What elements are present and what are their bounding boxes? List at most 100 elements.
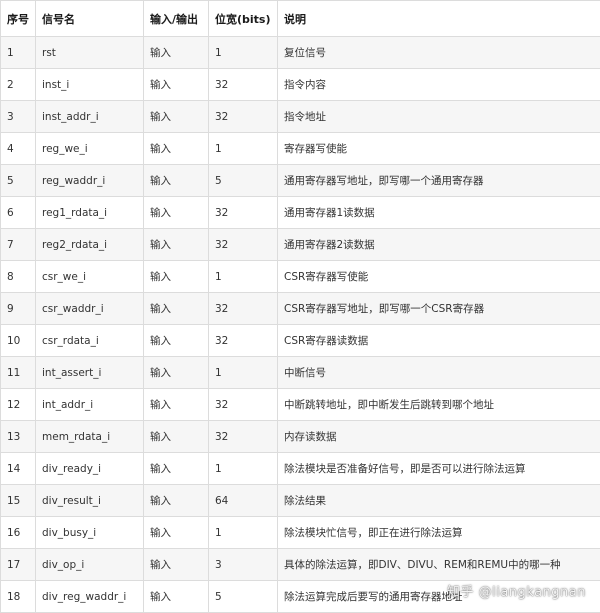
cell-description: 指令地址: [278, 101, 600, 133]
cell-direction: 输入: [144, 229, 209, 261]
cell-direction: 输入: [144, 69, 209, 101]
table-row: 1rst输入1复位信号: [1, 37, 600, 69]
cell-signal-name: div_busy_i: [36, 517, 144, 549]
header-width: 位宽(bits): [209, 1, 278, 37]
cell-width: 32: [209, 389, 278, 421]
cell-index: 12: [1, 389, 36, 421]
cell-width: 1: [209, 357, 278, 389]
cell-description: 复位信号: [278, 37, 600, 69]
cell-signal-name: div_op_i: [36, 549, 144, 581]
cell-width: 5: [209, 165, 278, 197]
cell-description: 除法模块是否准备好信号，即是否可以进行除法运算: [278, 453, 600, 485]
cell-direction: 输入: [144, 421, 209, 453]
cell-index: 6: [1, 197, 36, 229]
cell-direction: 输入: [144, 197, 209, 229]
cell-index: 15: [1, 485, 36, 517]
cell-width: 5: [209, 581, 278, 613]
cell-description: 具体的除法运算，即DIV、DIVU、REM和REMU中的哪一种: [278, 549, 600, 581]
table-row: 7reg2_rdata_i输入32通用寄存器2读数据: [1, 229, 600, 261]
cell-index: 3: [1, 101, 36, 133]
table-row: 6reg1_rdata_i输入32通用寄存器1读数据: [1, 197, 600, 229]
cell-signal-name: inst_addr_i: [36, 101, 144, 133]
cell-description: 内存读数据: [278, 421, 600, 453]
cell-width: 1: [209, 133, 278, 165]
cell-description: 通用寄存器1读数据: [278, 197, 600, 229]
table-row: 10csr_rdata_i输入32CSR寄存器读数据: [1, 325, 600, 357]
cell-signal-name: mem_rdata_i: [36, 421, 144, 453]
cell-width: 32: [209, 69, 278, 101]
cell-signal-name: reg1_rdata_i: [36, 197, 144, 229]
cell-signal-name: div_result_i: [36, 485, 144, 517]
cell-index: 2: [1, 69, 36, 101]
cell-index: 14: [1, 453, 36, 485]
cell-direction: 输入: [144, 453, 209, 485]
cell-index: 16: [1, 517, 36, 549]
table-row: 13mem_rdata_i输入32内存读数据: [1, 421, 600, 453]
cell-description: 中断跳转地址，即中断发生后跳转到哪个地址: [278, 389, 600, 421]
cell-index: 18: [1, 581, 36, 613]
cell-description: CSR寄存器写使能: [278, 261, 600, 293]
cell-direction: 输入: [144, 549, 209, 581]
cell-index: 8: [1, 261, 36, 293]
cell-description: 寄存器写使能: [278, 133, 600, 165]
signal-table: 序号 信号名 输入/输出 位宽(bits) 说明 1rst输入1复位信号2ins…: [0, 0, 600, 613]
cell-direction: 输入: [144, 357, 209, 389]
cell-signal-name: inst_i: [36, 69, 144, 101]
cell-index: 1: [1, 37, 36, 69]
cell-width: 1: [209, 453, 278, 485]
cell-direction: 输入: [144, 389, 209, 421]
cell-signal-name: reg_we_i: [36, 133, 144, 165]
cell-signal-name: int_assert_i: [36, 357, 144, 389]
cell-index: 10: [1, 325, 36, 357]
cell-description: 指令内容: [278, 69, 600, 101]
cell-width: 32: [209, 229, 278, 261]
header-direction: 输入/输出: [144, 1, 209, 37]
cell-signal-name: csr_waddr_i: [36, 293, 144, 325]
cell-signal-name: div_reg_waddr_i: [36, 581, 144, 613]
cell-signal-name: int_addr_i: [36, 389, 144, 421]
table-row: 9csr_waddr_i输入32CSR寄存器写地址，即写哪一个CSR寄存器: [1, 293, 600, 325]
cell-index: 11: [1, 357, 36, 389]
table-row: 18div_reg_waddr_i输入5除法运算完成后要写的通用寄存器地址: [1, 581, 600, 613]
cell-direction: 输入: [144, 37, 209, 69]
cell-width: 1: [209, 517, 278, 549]
cell-index: 7: [1, 229, 36, 261]
cell-direction: 输入: [144, 101, 209, 133]
cell-width: 32: [209, 421, 278, 453]
cell-width: 1: [209, 37, 278, 69]
cell-signal-name: reg_waddr_i: [36, 165, 144, 197]
cell-width: 32: [209, 197, 278, 229]
cell-signal-name: rst: [36, 37, 144, 69]
table-row: 11int_assert_i输入1中断信号: [1, 357, 600, 389]
header-signal-name: 信号名: [36, 1, 144, 37]
cell-signal-name: csr_we_i: [36, 261, 144, 293]
cell-description: 通用寄存器2读数据: [278, 229, 600, 261]
cell-direction: 输入: [144, 293, 209, 325]
cell-direction: 输入: [144, 325, 209, 357]
cell-direction: 输入: [144, 165, 209, 197]
cell-width: 32: [209, 325, 278, 357]
table-row: 4reg_we_i输入1寄存器写使能: [1, 133, 600, 165]
table-row: 5reg_waddr_i输入5通用寄存器写地址，即写哪一个通用寄存器: [1, 165, 600, 197]
cell-description: 除法模块忙信号，即正在进行除法运算: [278, 517, 600, 549]
header-row: 序号 信号名 输入/输出 位宽(bits) 说明: [1, 1, 600, 37]
cell-direction: 输入: [144, 261, 209, 293]
table-header: 序号 信号名 输入/输出 位宽(bits) 说明: [1, 1, 600, 37]
cell-direction: 输入: [144, 485, 209, 517]
cell-description: 中断信号: [278, 357, 600, 389]
cell-description: CSR寄存器写地址，即写哪一个CSR寄存器: [278, 293, 600, 325]
cell-width: 3: [209, 549, 278, 581]
table-row: 8csr_we_i输入1CSR寄存器写使能: [1, 261, 600, 293]
cell-width: 32: [209, 101, 278, 133]
cell-width: 32: [209, 293, 278, 325]
header-index: 序号: [1, 1, 36, 37]
table-row: 15div_result_i输入64除法结果: [1, 485, 600, 517]
cell-index: 13: [1, 421, 36, 453]
table-row: 2inst_i输入32指令内容: [1, 69, 600, 101]
cell-width: 64: [209, 485, 278, 517]
cell-index: 17: [1, 549, 36, 581]
table-row: 17div_op_i输入3具体的除法运算，即DIV、DIVU、REM和REMU中…: [1, 549, 600, 581]
cell-direction: 输入: [144, 517, 209, 549]
table-row: 14div_ready_i输入1除法模块是否准备好信号，即是否可以进行除法运算: [1, 453, 600, 485]
cell-description: CSR寄存器读数据: [278, 325, 600, 357]
